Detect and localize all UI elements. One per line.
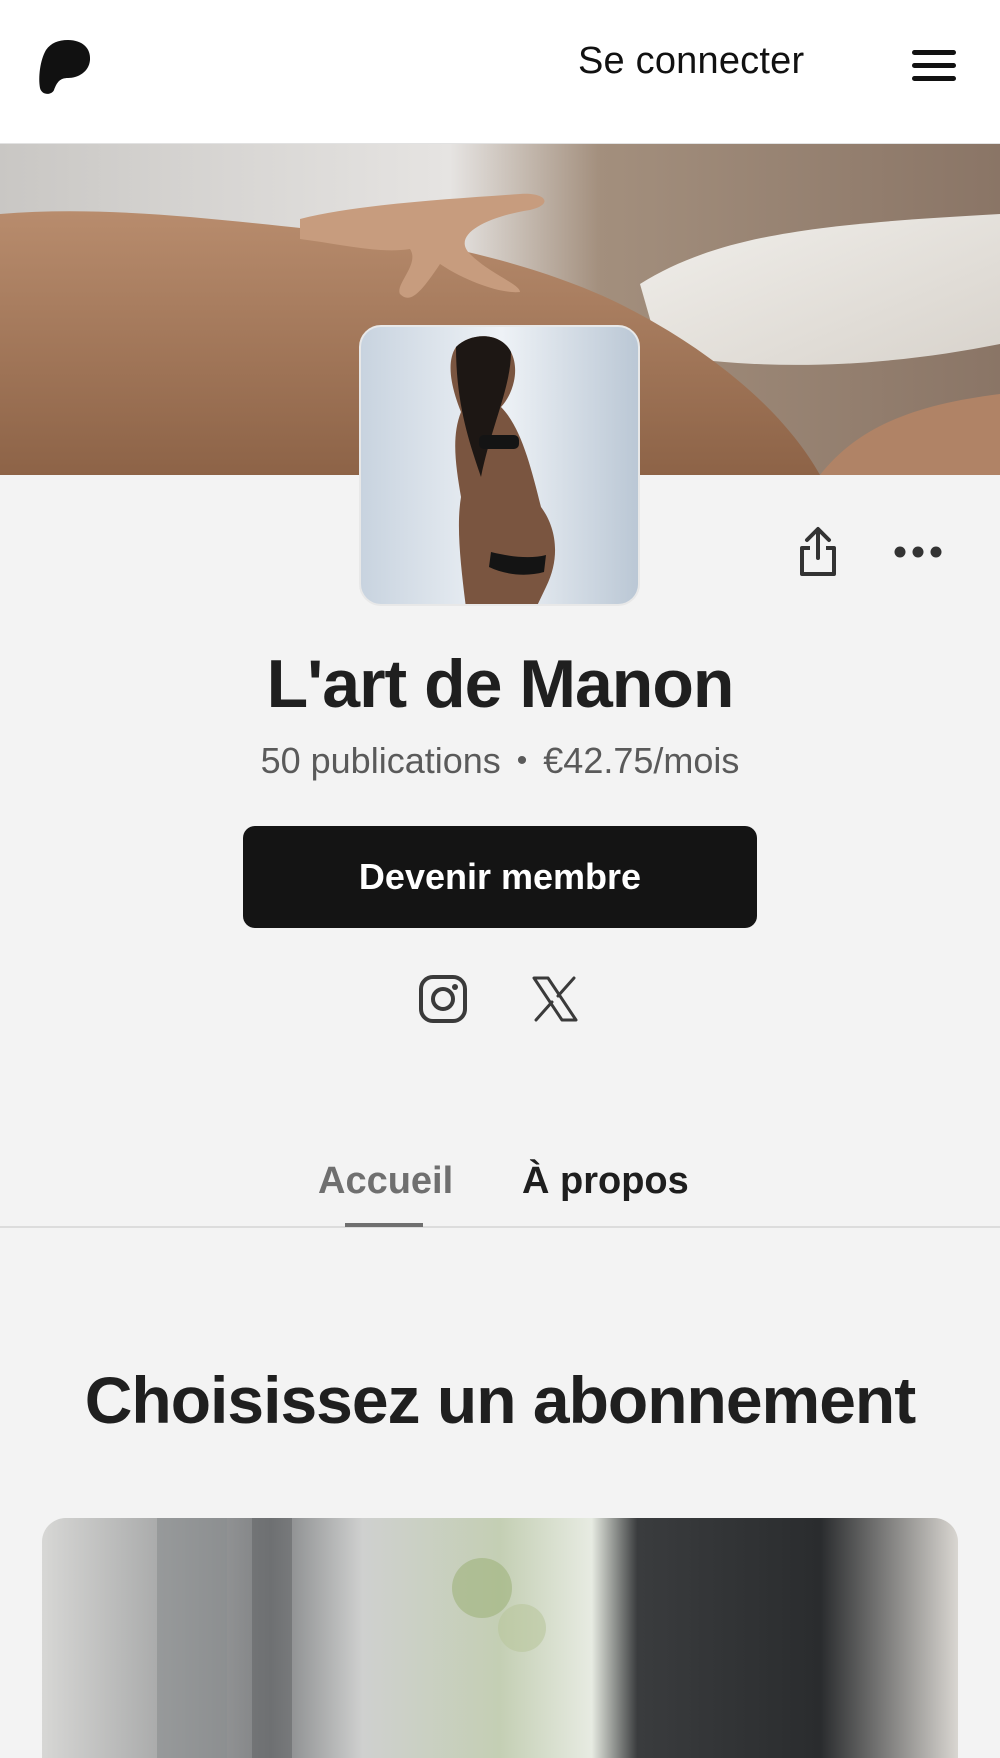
signin-link[interactable]: Se connecter (578, 40, 804, 83)
join-button[interactable]: Devenir membre (243, 826, 757, 928)
meta-separator: • (516, 744, 528, 777)
share-icon[interactable] (794, 526, 842, 578)
active-tab-indicator (345, 1223, 423, 1227)
tab-home[interactable]: Accueil (318, 1160, 453, 1203)
creator-meta: 50 publications • €42.75/mois (0, 740, 1000, 782)
tab-about[interactable]: À propos (522, 1160, 689, 1203)
x-icon[interactable] (530, 974, 580, 1024)
profile-tabs: Accueil À propos (0, 1150, 1000, 1228)
top-navigation-bar: Se connecter (0, 0, 1000, 144)
post-count: 50 publications (260, 740, 501, 781)
patreon-logo-icon[interactable] (38, 38, 92, 96)
tier-card-image[interactable] (42, 1518, 958, 1758)
creator-avatar (359, 325, 640, 606)
tiers-section-title: Choisissez un abonnement (84, 1363, 916, 1437)
creator-name: L'art de Manon (266, 646, 735, 722)
more-options-icon[interactable] (893, 540, 943, 564)
hamburger-menu-icon[interactable] (910, 46, 958, 86)
instagram-icon[interactable] (418, 974, 468, 1024)
membership-price: €42.75/mois (543, 740, 740, 781)
